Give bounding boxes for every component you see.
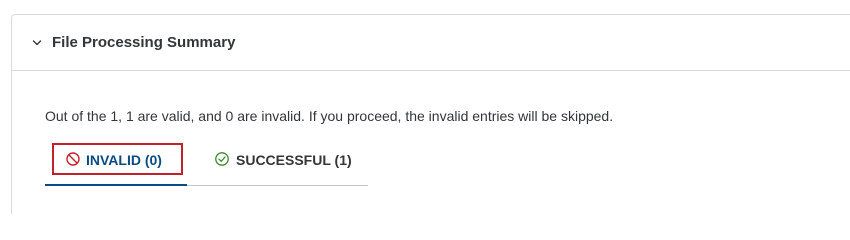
check-circle-icon — [215, 152, 229, 166]
summary-text: Out of the 1, 1 are valid, and 0 are inv… — [45, 108, 614, 124]
tab-successful-label: SUCCESSFUL (1) — [236, 152, 352, 168]
tab-invalid[interactable]: INVALID (0) — [52, 140, 184, 184]
active-tab-indicator — [45, 184, 187, 186]
file-processing-summary-panel: File Processing Summary Out of the 1, 1 … — [11, 14, 850, 214]
chevron-down-icon[interactable] — [32, 39, 42, 47]
tab-bar: INVALID (0) SUCCESSFUL (1) — [45, 140, 370, 187]
panel-header[interactable]: File Processing Summary — [12, 15, 850, 71]
tab-invalid-label: INVALID (0) — [86, 152, 162, 168]
panel-title: File Processing Summary — [52, 34, 236, 51]
prohibited-icon — [66, 152, 80, 166]
